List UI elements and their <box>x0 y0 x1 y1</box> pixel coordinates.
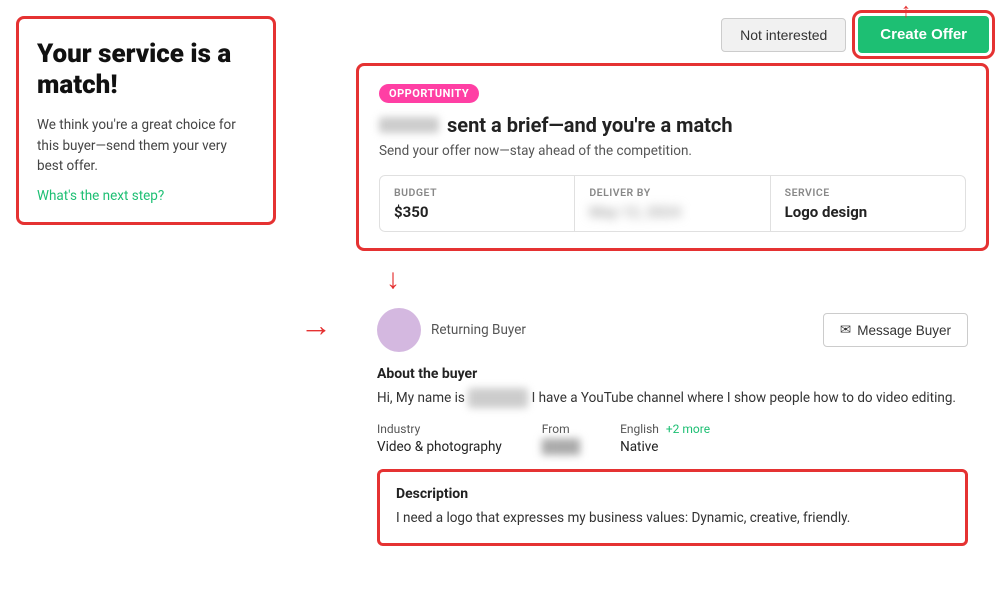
left-panel: Your service is a match! We think you're… <box>16 16 276 225</box>
lang-native: Native <box>620 439 710 455</box>
buyer-name-blurred <box>468 388 528 408</box>
about-post: I have a YouTube channel where I show pe… <box>532 390 956 406</box>
deliver-meta: DELIVER BY May 12, 2024 <box>575 176 770 231</box>
from-col: From ████ <box>542 422 580 455</box>
down-arrow-wrapper: ↓ <box>356 265 989 293</box>
deliver-value: May 12, 2024 <box>589 203 755 221</box>
opportunity-title: sent a brief—and you're a match <box>379 113 966 137</box>
about-buyer-text: Hi, My name is I have a YouTube channel … <box>377 388 968 408</box>
description-text: I need a logo that expresses my business… <box>396 508 949 528</box>
buyer-label: Returning Buyer <box>431 322 526 338</box>
buyer-header: Returning Buyer ✉ Message Buyer <box>377 308 968 352</box>
budget-label: BUDGET <box>394 186 560 199</box>
budget-meta: BUDGET $350 <box>380 176 575 231</box>
opportunity-title-suffix: sent a brief—and you're a match <box>447 113 733 137</box>
industry-label: Industry <box>377 422 502 436</box>
description-title: Description <box>396 486 949 502</box>
buyer-section: Returning Buyer ✉ Message Buyer About th… <box>356 293 989 561</box>
lang-name: English <box>620 422 659 436</box>
description-box: Description I need a logo that expresses… <box>377 469 968 545</box>
buyer-info: Returning Buyer <box>377 308 526 352</box>
opportunity-badge: OPPORTUNITY <box>379 84 479 103</box>
right-arrow-connector: → <box>296 16 336 574</box>
from-label: From <box>542 422 580 436</box>
opportunity-meta: BUDGET $350 DELIVER BY May 12, 2024 SERV… <box>379 175 966 232</box>
next-step-link[interactable]: What's the next step? <box>37 188 164 204</box>
service-label: SERVICE <box>785 186 951 199</box>
match-description: We think you're a great choice for this … <box>37 115 255 176</box>
match-title: Your service is a match! <box>37 39 255 101</box>
from-value: ████ <box>542 439 580 455</box>
about-buyer-title: About the buyer <box>377 366 968 382</box>
sender-name-blurred <box>379 117 439 133</box>
opportunity-card: OPPORTUNITY sent a brief—and you're a ma… <box>356 63 989 251</box>
right-arrow-icon: → <box>300 306 332 344</box>
right-main: Not interested Create Offer ↑ OPPORTUNIT… <box>356 16 989 574</box>
down-arrow-icon: ↓ <box>386 265 400 293</box>
lang-col: English +2 more Native <box>620 422 710 455</box>
message-icon: ✉ <box>840 322 851 338</box>
budget-value: $350 <box>394 203 560 221</box>
service-value: Logo design <box>785 203 951 221</box>
deliver-label: DELIVER BY <box>589 186 755 199</box>
create-offer-wrapper: Create Offer ↑ <box>858 16 989 53</box>
page-container: Your service is a match! We think you're… <box>0 0 1005 590</box>
about-pre: Hi, My name is <box>377 390 465 406</box>
industry-col: Industry Video & photography <box>377 422 502 455</box>
industry-value: Video & photography <box>377 439 502 455</box>
up-arrow-to-button: ↑ <box>901 0 911 23</box>
avatar <box>377 308 421 352</box>
lang-more-link[interactable]: +2 more <box>666 422 710 436</box>
buyer-details: Industry Video & photography From ████ E… <box>377 422 968 455</box>
opportunity-subtitle: Send your offer now—stay ahead of the co… <box>379 143 966 159</box>
service-meta: SERVICE Logo design <box>771 176 965 231</box>
top-bar: Not interested Create Offer ↑ <box>356 16 989 53</box>
message-buyer-label: Message Buyer <box>857 323 951 338</box>
create-offer-button[interactable]: Create Offer <box>858 16 989 53</box>
message-buyer-button[interactable]: ✉ Message Buyer <box>823 313 968 347</box>
not-interested-button[interactable]: Not interested <box>721 18 846 52</box>
lang-label: English +2 more <box>620 422 710 436</box>
